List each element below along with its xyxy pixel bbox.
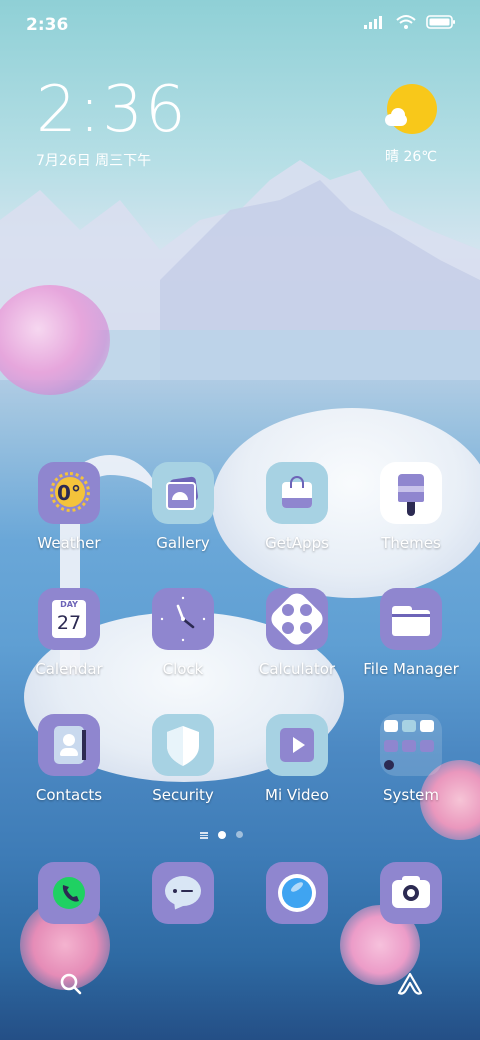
battery-icon: [426, 15, 455, 29]
app-label: Contacts: [35, 786, 103, 804]
status-bar: 2:36: [0, 0, 480, 48]
camera-icon: [380, 862, 442, 924]
status-time: 2:36: [26, 15, 69, 35]
app-security[interactable]: Security: [126, 714, 240, 804]
dock-browser[interactable]: [240, 862, 354, 924]
app-label: Themes: [381, 534, 441, 552]
clock-widget-date: 7月26日 周三下午: [36, 153, 152, 169]
gallery-icon: [152, 462, 214, 524]
app-label: Mi Video: [265, 786, 329, 804]
home-screen: 2:36 2:36 7月26日 周三下午 晴 26℃ 0° Weather Ga…: [0, 0, 480, 1040]
app-calculator[interactable]: Calculator: [240, 588, 354, 678]
dock: [12, 862, 468, 926]
app-getapps[interactable]: GetApps: [240, 462, 354, 552]
phone-icon: [38, 862, 100, 924]
shield-icon: [152, 714, 214, 776]
app-contacts[interactable]: Contacts: [12, 714, 126, 804]
page-dot: [236, 831, 243, 838]
dock-phone[interactable]: [12, 862, 126, 924]
clock-widget[interactable]: 2:36 7月26日 周三下午: [36, 78, 188, 170]
page-dot-active: [218, 831, 226, 839]
app-label: File Manager: [363, 660, 459, 678]
app-label: Calculator: [258, 660, 336, 678]
app-label: Gallery: [156, 534, 210, 552]
themes-icon: [380, 462, 442, 524]
sunny-icon: [385, 84, 437, 136]
app-themes[interactable]: Themes: [354, 462, 468, 552]
app-label: GetApps: [265, 534, 329, 552]
messages-icon: [152, 862, 214, 924]
app-label: Clock: [162, 660, 204, 678]
weather-widget[interactable]: 晴 26℃: [376, 84, 446, 166]
app-label: Calendar: [35, 660, 103, 678]
app-weather[interactable]: 0° Weather: [12, 462, 126, 552]
dock-messages[interactable]: [126, 862, 240, 924]
app-mi-video[interactable]: Mi Video: [240, 714, 354, 804]
assistant-icon[interactable]: [396, 971, 424, 997]
app-clock[interactable]: Clock: [126, 588, 240, 678]
calculator-icon: [266, 588, 328, 650]
clock-widget-time: 2:36: [36, 73, 188, 147]
search-icon[interactable]: [58, 971, 84, 997]
signal-icon: [364, 16, 382, 29]
app-calendar[interactable]: DAY 27 Calendar: [12, 588, 126, 678]
weather-widget-text: 晴 26℃: [385, 149, 437, 165]
app-system-folder[interactable]: System: [354, 714, 468, 804]
app-label: System: [383, 786, 439, 804]
weather-temp: 0°: [57, 481, 81, 505]
dock-camera[interactable]: [354, 862, 468, 924]
browser-icon: [266, 862, 328, 924]
contacts-icon: [38, 714, 100, 776]
app-file-manager[interactable]: File Manager: [354, 588, 468, 678]
wifi-icon: [396, 15, 416, 29]
page-indicator[interactable]: [0, 828, 480, 842]
feed-lines-icon: [200, 831, 208, 839]
getapps-icon: [266, 462, 328, 524]
calendar-icon: DAY 27: [38, 588, 100, 650]
status-icons: [364, 14, 456, 30]
video-icon: [266, 714, 328, 776]
app-label: Security: [152, 786, 214, 804]
clock-icon: [152, 588, 214, 650]
folder-icon: [380, 588, 442, 650]
calendar-day-word: DAY: [60, 600, 78, 609]
weather-icon: 0°: [38, 462, 100, 524]
calendar-day-number: 27: [56, 612, 82, 634]
app-gallery[interactable]: Gallery: [126, 462, 240, 552]
bottom-bar: [0, 965, 480, 1005]
app-label: Weather: [37, 534, 101, 552]
system-folder-icon: [380, 714, 442, 776]
